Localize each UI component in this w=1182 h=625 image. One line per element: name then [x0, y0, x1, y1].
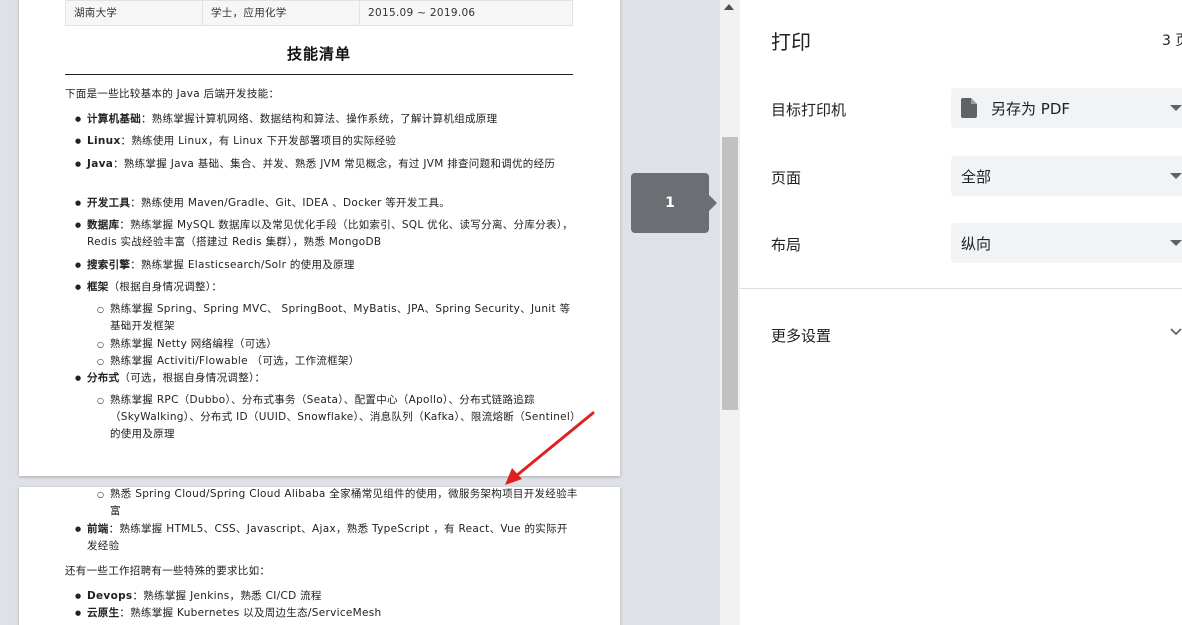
item-text: ：熟练使用 Linux，有 Linux 下开发部署项目的实际经验 — [120, 135, 397, 147]
education-table: 湖南大学 学士，应用化学 2015.09 ~ 2019.06 — [65, 0, 573, 26]
skills-heading: 技能清单 — [286, 45, 351, 63]
list-item: 开发工具：熟练使用 Maven/Gradle、Git、IDEA 、Docker … — [75, 195, 577, 212]
item-text: ：熟练掌握 Elasticsearch/Solr 的使用及原理 — [130, 259, 355, 271]
list-item: Java：熟练掌握 Java 基础、集合、并发、熟悉 JVM 常见概念，有过 J… — [75, 156, 577, 173]
list-item: 分布式（可选，根据自身情况调整）： — [75, 370, 577, 387]
page-count: 3 页 — [1162, 33, 1182, 49]
layout-label: 布局 — [771, 236, 802, 254]
chevron-down-icon[interactable] — [1170, 328, 1182, 336]
preview-scrollbar[interactable] — [720, 0, 740, 625]
scroll-up-arrow-icon[interactable] — [724, 4, 734, 10]
panel-divider — [740, 288, 1182, 289]
pages-label: 页面 — [771, 169, 802, 187]
chevron-down-icon — [1170, 105, 1182, 111]
more-settings-toggle[interactable]: 更多设置 — [771, 325, 831, 346]
table-row: 湖南大学 学士，应用化学 2015.09 ~ 2019.06 — [65, 0, 573, 26]
heading-underline — [65, 74, 573, 75]
item-text: ：熟练使用 Maven/Gradle、Git、IDEA 、Docker 等开发工… — [130, 197, 451, 209]
list-item: 前端：熟练掌握 HTML5、CSS、Javascript、Ajax，熟悉 Typ… — [75, 521, 577, 555]
item-text: ：熟练掌握 HTML5、CSS、Javascript、Ajax，熟悉 TypeS… — [87, 523, 568, 552]
item-label: 搜索引擎 — [87, 259, 131, 271]
item-text: ：熟练掌握 MySQL 数据库以及常见优化手段（比如索引、SQL 优化、读写分离… — [87, 219, 574, 248]
item-label: 开发工具 — [87, 197, 131, 209]
item-label: Java — [87, 158, 114, 170]
file-icon — [961, 98, 977, 118]
list-item: Devops：熟练掌握 Jenkins，熟悉 CI/CD 流程 — [75, 588, 577, 605]
chevron-down-icon — [1170, 173, 1182, 179]
sub-list-item: 熟练掌握 RPC（Dubbo）、分布式事务（Seata）、配置中心（Apollo… — [97, 392, 580, 443]
table-cell: 学士，应用化学 — [202, 0, 360, 26]
item-label: 云原生 — [87, 607, 120, 619]
table-cell: 2015.09 ~ 2019.06 — [359, 0, 573, 26]
list-item: 计算机基础：熟练掌握计算机网络、数据结构和算法、操作系统，了解计算机组成原理 — [75, 111, 577, 128]
print-preview-area: 湖南大学 学士，应用化学 2015.09 ~ 2019.06 技能清单 下面是一… — [0, 0, 740, 625]
item-label: 前端 — [87, 523, 109, 535]
list-item: 搜索引擎：熟练掌握 Elasticsearch/Solr 的使用及原理 — [75, 257, 577, 274]
sub-list-item: 熟悉 Spring Cloud/Spring Cloud Alibaba 全家桶… — [97, 487, 580, 520]
pages-select[interactable]: 全部 — [951, 156, 1182, 196]
destination-label: 目标打印机 — [771, 101, 847, 119]
item-label: Devops — [87, 590, 133, 602]
list-item: 框架（根据自身情况调整）： — [75, 279, 577, 296]
item-text: ：熟练掌握 Kubernetes 以及周边生态/ServiceMesh — [119, 607, 382, 619]
item-label: 框架 — [87, 281, 109, 293]
item-text: ：熟练掌握计算机网络、数据结构和算法、操作系统，了解计算机组成原理 — [141, 113, 498, 125]
table-cell: 湖南大学 — [65, 0, 203, 26]
item-label: 分布式 — [87, 372, 120, 384]
chevron-down-icon — [1170, 240, 1182, 246]
sub-list-item: 熟练掌握 Spring、Spring MVC、 SpringBoot、MyBat… — [97, 301, 580, 335]
scrollbar-thumb[interactable] — [722, 137, 738, 410]
list-item: 数据库：熟练掌握 MySQL 数据库以及常见优化手段（比如索引、SQL 优化、读… — [75, 217, 577, 251]
pages-value: 全部 — [961, 168, 992, 186]
item-text: （根据自身情况调整）： — [108, 281, 223, 293]
item-text: ：熟练掌握 Jenkins，熟悉 CI/CD 流程 — [132, 590, 322, 602]
special-intro: 还有一些工作招聘有一些特殊的要求比如： — [65, 565, 271, 577]
print-settings-panel: 打印 3 页 目标打印机 另存为 PDF 页面 全部 布局 纵向 更多设置 — [740, 0, 1182, 625]
item-label: 数据库 — [87, 219, 120, 231]
destination-select[interactable]: 另存为 PDF — [951, 88, 1182, 128]
layout-select[interactable]: 纵向 — [951, 223, 1182, 263]
sub-list-item: 熟练掌握 Netty 网络编程（可选） — [97, 336, 580, 353]
destination-value: 另存为 PDF — [991, 100, 1070, 118]
layout-value: 纵向 — [961, 235, 992, 253]
item-label: 计算机基础 — [87, 113, 141, 125]
item-text: ：熟练掌握 Java 基础、集合、并发、熟悉 JVM 常见概念，有过 JVM 排… — [113, 158, 556, 170]
page-number-tooltip: 1 — [631, 173, 717, 233]
list-item: 云原生：熟练掌握 Kubernetes 以及周边生态/ServiceMesh — [75, 605, 577, 622]
list-item: Linux：熟练使用 Linux，有 Linux 下开发部署项目的实际经验 — [75, 133, 577, 150]
skills-intro: 下面是一些比较基本的 Java 后端开发技能： — [65, 88, 280, 100]
print-title: 打印 — [771, 30, 811, 54]
sub-list-item: 熟练掌握 Activiti/Flowable （可选，工作流框架） — [97, 353, 580, 370]
preview-page-2: 熟悉 Spring Cloud/Spring Cloud Alibaba 全家桶… — [19, 487, 620, 625]
item-text: （可选，根据自身情况调整）： — [119, 372, 266, 384]
preview-page-1: 湖南大学 学士，应用化学 2015.09 ~ 2019.06 技能清单 下面是一… — [19, 0, 620, 476]
item-label: Linux — [87, 135, 121, 147]
